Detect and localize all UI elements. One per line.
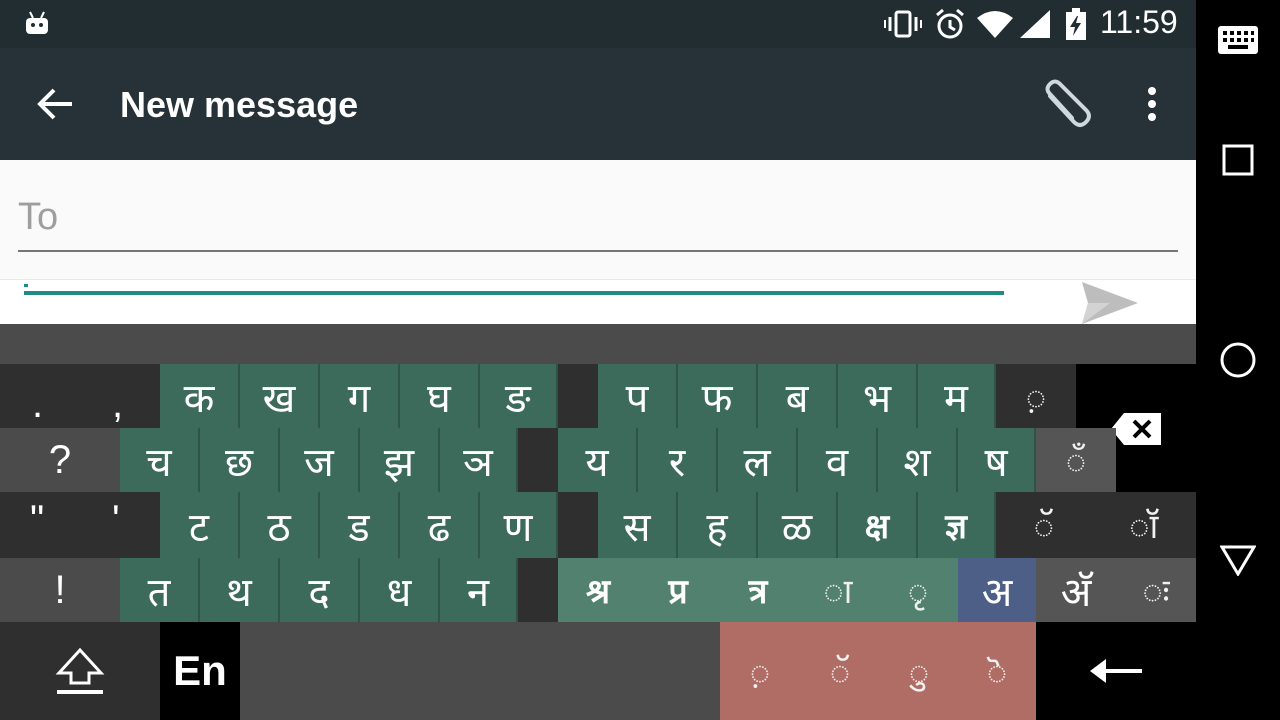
key-double-quote[interactable]: "	[30, 498, 44, 543]
key-consonant[interactable]: फ	[678, 364, 758, 428]
key-consonant[interactable]: ब	[758, 364, 838, 428]
key-consonant[interactable]: ङ	[480, 364, 558, 428]
key-quotes-row3[interactable]: " '	[0, 492, 160, 558]
key-consonant[interactable]: र	[638, 428, 718, 492]
key-consonant[interactable]: न	[440, 558, 518, 622]
key-consonant[interactable]: ख	[240, 364, 320, 428]
key-question[interactable]: ?	[0, 428, 120, 492]
key-consonant[interactable]: ग	[320, 364, 400, 428]
page-title: New message	[120, 84, 359, 125]
key-consonant[interactable]: ह	[678, 492, 758, 558]
key-consonant[interactable]: द	[280, 558, 360, 622]
key-chandrabindu[interactable]: ◌ँ	[1036, 428, 1116, 492]
key-nukta[interactable]: ◌़	[996, 364, 1076, 428]
key-consonant[interactable]: प	[598, 364, 678, 428]
key-consonant[interactable]: ल	[718, 428, 798, 492]
android-notification-icon	[24, 10, 50, 36]
key-sign[interactable]: ◌ॅ	[800, 622, 880, 720]
wifi-icon	[976, 10, 1014, 38]
key-single-quote[interactable]: '	[112, 498, 120, 543]
key-consonant[interactable]: झ	[360, 428, 440, 492]
more-options-icon[interactable]	[1146, 86, 1158, 122]
key-consonant[interactable]: घ	[400, 364, 480, 428]
key-space[interactable]	[240, 622, 720, 720]
key-gap	[558, 492, 598, 558]
key-candra-e[interactable]: ◌ॅ	[1034, 502, 1054, 548]
key-consonant[interactable]: ळ	[758, 492, 838, 558]
key-shift[interactable]	[0, 622, 160, 720]
key-gap	[558, 364, 598, 428]
key-consonant[interactable]: ष	[958, 428, 1036, 492]
key-consonant[interactable]: व	[798, 428, 878, 492]
key-gap	[518, 428, 558, 492]
paperclip-attach-icon[interactable]	[1040, 78, 1096, 130]
key-candra-o[interactable]: ◌ॉ	[1129, 502, 1158, 548]
key-consonant[interactable]: ञ	[440, 428, 518, 492]
key-conjunct[interactable]: ज्ञ	[918, 492, 996, 558]
message-input-underline	[24, 291, 1004, 295]
status-time: 11:59	[1100, 4, 1178, 40]
key-consonant[interactable]: ट	[160, 492, 240, 558]
recipient-field-underline	[18, 250, 1178, 252]
recipient-to-field[interactable]: To	[18, 196, 58, 239]
shift-icon	[54, 647, 106, 695]
key-visarga[interactable]: ◌ः	[1116, 558, 1196, 622]
key-consonant[interactable]: श	[878, 428, 958, 492]
key-punct-row1[interactable]: . ,	[0, 364, 160, 428]
key-period[interactable]: .	[32, 382, 43, 427]
back-arrow-icon[interactable]	[36, 86, 76, 122]
alarm-icon	[934, 8, 966, 40]
key-consonant[interactable]: च	[120, 428, 200, 492]
key-sign[interactable]: ◌़	[720, 622, 800, 720]
key-exclamation[interactable]: !	[0, 558, 120, 622]
backspace-icon	[1110, 412, 1162, 446]
key-comma[interactable]: ,	[112, 382, 123, 427]
key-conjunct[interactable]: प्र	[638, 558, 718, 622]
key-conjunct[interactable]: श्र	[558, 558, 638, 622]
key-conjunct[interactable]: त्र	[718, 558, 798, 622]
send-icon[interactable]	[1080, 280, 1140, 326]
key-vowel-sign-aa[interactable]: ◌ा	[798, 558, 878, 622]
key-language-switch[interactable]: En	[160, 622, 240, 720]
key-group-candra: ◌ॅ ◌ॉ	[996, 492, 1196, 558]
key-vowel-ae[interactable]: अ‍ॅ	[1036, 558, 1116, 622]
key-consonant[interactable]: भ	[838, 364, 918, 428]
status-bar: 11:59	[0, 0, 1196, 48]
key-consonant[interactable]: त	[120, 558, 200, 622]
key-sign[interactable]: ◌ु	[880, 622, 958, 720]
key-consonant[interactable]: छ	[200, 428, 280, 492]
key-vowel-sign-ri[interactable]: ◌ृ	[878, 558, 958, 622]
keyboard-switch-icon[interactable]	[1218, 26, 1258, 54]
enter-arrow-icon	[1088, 654, 1144, 688]
key-vowel-a[interactable]: अ	[958, 558, 1036, 622]
key-consonant[interactable]: स	[598, 492, 678, 558]
back-triangle-icon[interactable]	[1220, 544, 1256, 576]
key-consonant[interactable]: ध	[360, 558, 440, 622]
key-consonant[interactable]: य	[558, 428, 638, 492]
key-enter[interactable]	[1036, 622, 1196, 720]
battery-charging-icon	[1064, 8, 1088, 40]
key-consonant[interactable]: ढ	[400, 492, 480, 558]
key-consonant[interactable]: क	[160, 364, 240, 428]
key-consonant[interactable]: ण	[480, 492, 558, 558]
recents-square-icon[interactable]	[1222, 144, 1254, 176]
key-consonant[interactable]: म	[918, 364, 996, 428]
key-conjunct[interactable]: क्ष	[838, 492, 918, 558]
home-circle-icon[interactable]	[1220, 342, 1256, 378]
cell-signal-icon	[1020, 10, 1050, 38]
key-consonant[interactable]: ठ	[240, 492, 320, 558]
key-sign[interactable]: ◌ॆ	[958, 622, 1036, 720]
message-input-row[interactable]	[0, 279, 1196, 324]
key-consonant[interactable]: ज	[280, 428, 360, 492]
key-consonant[interactable]: थ	[200, 558, 280, 622]
vibrate-icon	[884, 10, 922, 38]
key-gap	[518, 558, 558, 622]
text-cursor	[24, 284, 28, 287]
key-consonant[interactable]: ड	[320, 492, 400, 558]
